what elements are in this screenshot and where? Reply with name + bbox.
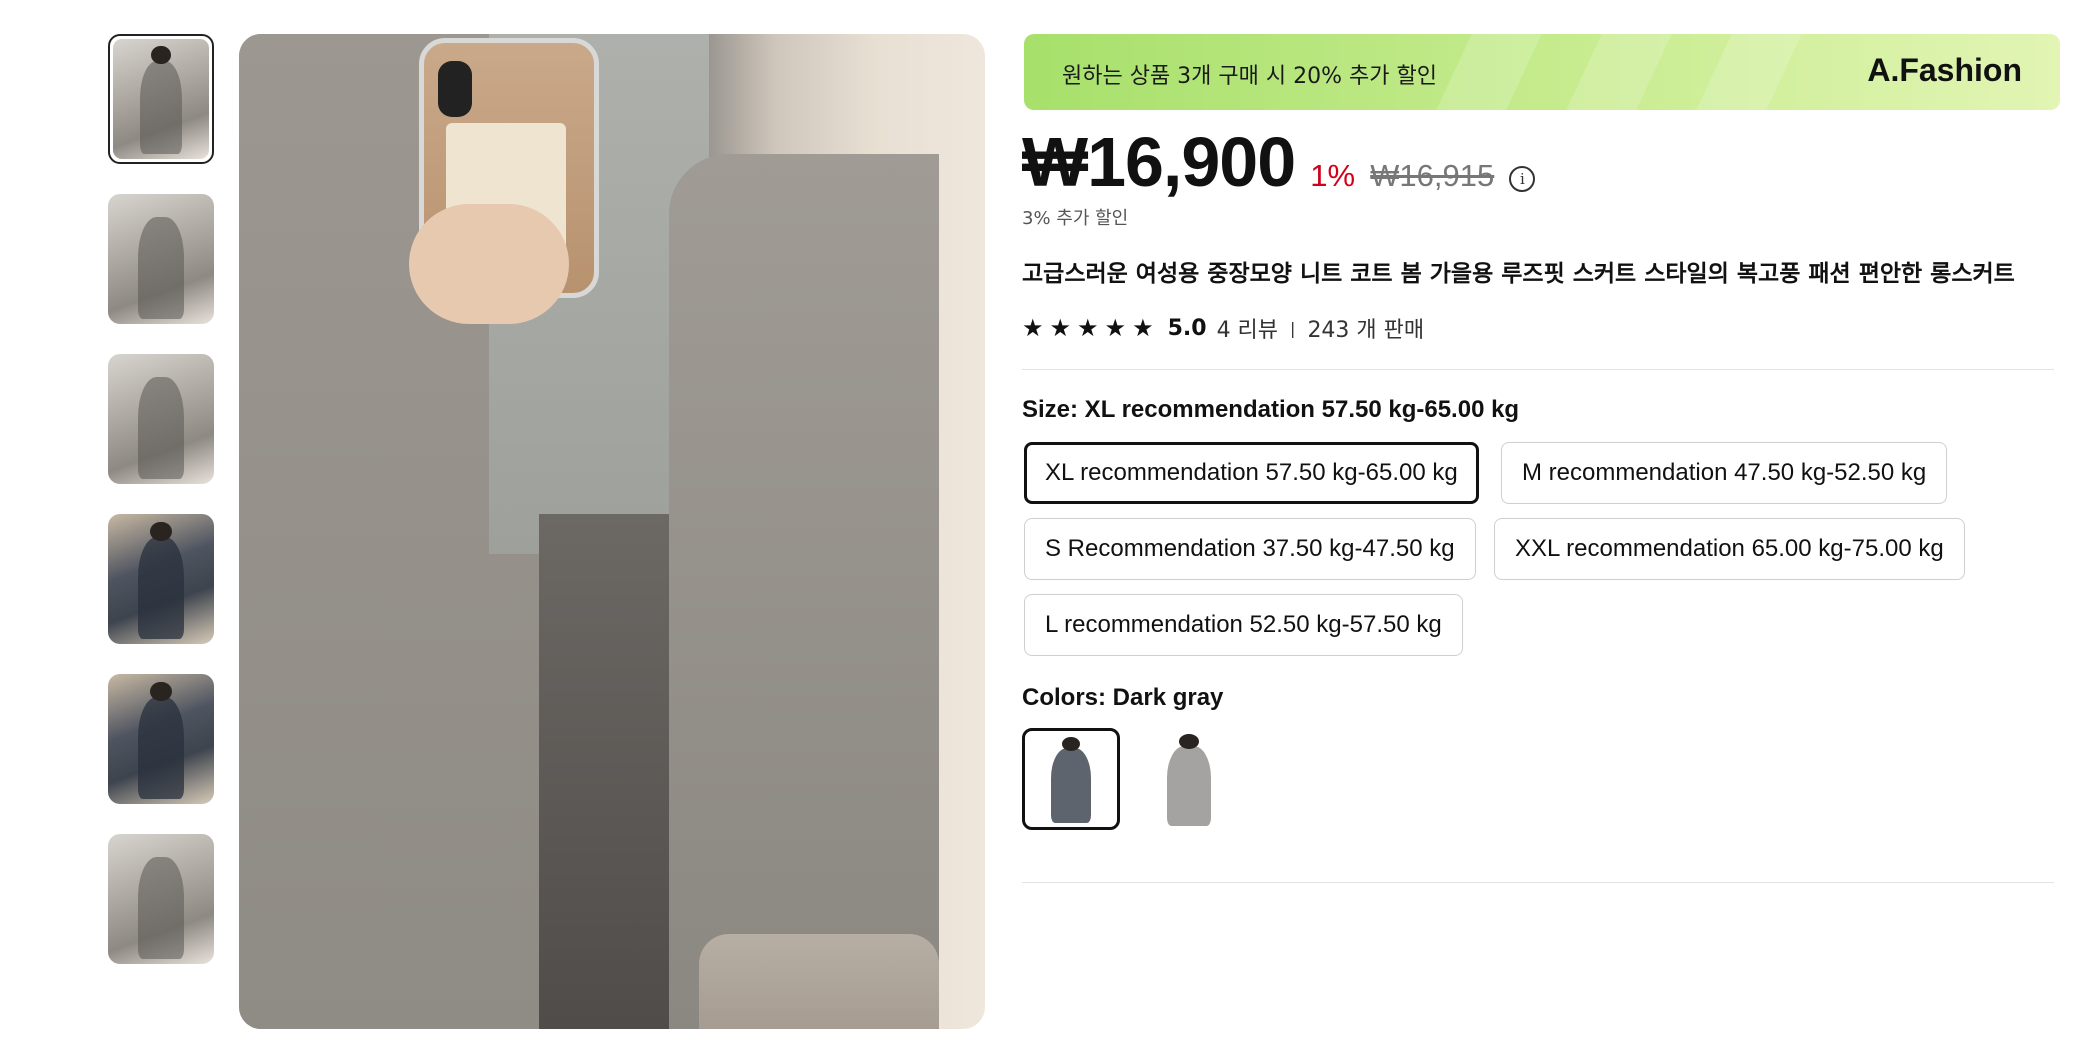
thumbnail-5[interactable] (108, 674, 214, 804)
thumbnail-image (108, 514, 214, 644)
size-option-s[interactable]: S Recommendation 37.50 kg-47.50 kg (1024, 518, 1476, 580)
size-option-xl[interactable]: XL recommendation 57.50 kg-65.00 kg (1024, 442, 1479, 504)
divider (1022, 882, 2054, 883)
size-option-m[interactable]: M recommendation 47.50 kg-52.50 kg (1501, 442, 1948, 504)
thumbnail-6[interactable] (108, 834, 214, 964)
star-rating: ★ ★ ★ ★ ★ (1022, 314, 1160, 342)
product-title: 고급스러운 여성용 중장모양 니트 코트 봄 가을용 루즈핏 스커트 스타일의 … (1022, 261, 2015, 287)
star-icon: ★ (1022, 314, 1044, 342)
discount-percent: 1% (1310, 158, 1356, 193)
thumbnail-4[interactable] (108, 514, 214, 644)
bag-in-photo (699, 934, 939, 1029)
current-price: ₩16,900 (1022, 123, 1296, 201)
size-label: Size: XL recommendation 57.50 kg-65.00 k… (1022, 396, 1520, 423)
info-icon[interactable]: i (1509, 166, 1536, 192)
original-price: ₩16,915 (1370, 158, 1495, 193)
main-product-image[interactable] (239, 34, 985, 1029)
promo-text: 원하는 상품 3개 구매 시 20% 추가 할인 (1062, 64, 1437, 89)
star-icon: ★ (1132, 314, 1154, 342)
size-option-xxl[interactable]: XXL recommendation 65.00 kg-75.00 kg (1494, 518, 1965, 580)
thumbnail-3[interactable] (108, 354, 214, 484)
thumbnail-image (108, 354, 214, 484)
extra-discount-text: 3% 추가 할인 (1022, 208, 1129, 229)
price-row: ₩16,900 1% ₩16,915 i (1022, 122, 1536, 202)
store-brand[interactable]: A.Fashion (1867, 52, 2022, 89)
color-label: Colors: Dark gray (1022, 684, 1224, 711)
rating-value: 5.0 (1167, 315, 1207, 341)
divider (1022, 369, 2054, 370)
reviews-link[interactable]: 4 리뷰 (1217, 312, 1278, 344)
star-icon: ★ (1049, 314, 1072, 342)
star-icon: ★ (1077, 314, 1099, 342)
color-swatch-dark-gray[interactable] (1022, 728, 1120, 830)
rating-row: ★ ★ ★ ★ ★ 5.0 4 리뷰 | 243 개 판매 (1022, 312, 1424, 344)
size-option-l[interactable]: L recommendation 52.50 kg-57.50 kg (1024, 594, 1463, 656)
thumbnail-2[interactable] (108, 194, 214, 324)
thumbnail-image (108, 194, 214, 324)
color-swatch-gray[interactable] (1140, 728, 1238, 830)
thumbnail-image (113, 39, 209, 159)
promo-banner[interactable]: 원하는 상품 3개 구매 시 20% 추가 할인 A.Fashion (1024, 34, 2060, 110)
thumbnail-image (108, 834, 214, 964)
star-icon: ★ (1104, 314, 1127, 342)
sold-count: 243 개 판매 (1307, 318, 1425, 343)
thumbnail-1[interactable] (108, 34, 214, 164)
separator: | (1290, 318, 1296, 338)
thumbnail-image (108, 674, 214, 804)
